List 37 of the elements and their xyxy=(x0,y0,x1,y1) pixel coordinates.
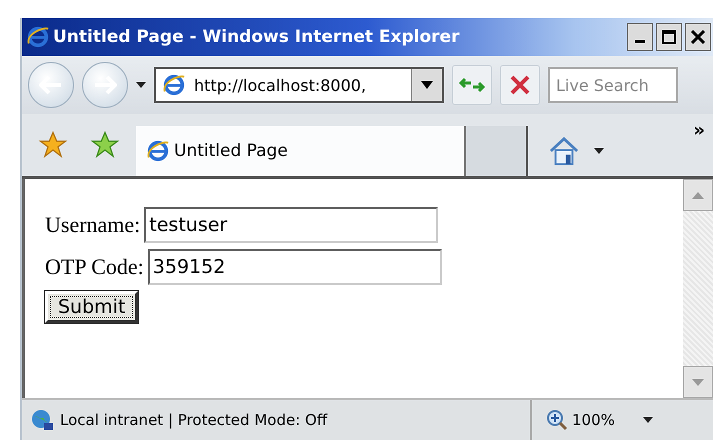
browser-logo-icon xyxy=(162,73,186,97)
zoom-caret-icon[interactable] xyxy=(642,417,653,423)
zoom-icon[interactable] xyxy=(546,409,568,431)
history-caret-icon xyxy=(136,82,146,88)
submit-button[interactable]: Submit xyxy=(45,291,138,323)
refresh-button[interactable] xyxy=(452,65,492,105)
input-field[interactable]: 359152 xyxy=(148,249,442,285)
home-icon[interactable] xyxy=(548,136,580,166)
refresh-arrows-icon xyxy=(459,75,485,95)
close-button[interactable] xyxy=(685,23,711,51)
down-arrow-icon xyxy=(692,378,704,386)
address-bar[interactable]: http://localhost:8000, xyxy=(154,67,444,103)
minimize-button[interactable] xyxy=(627,23,653,51)
browser-logo-icon xyxy=(26,25,50,49)
maximize-button[interactable] xyxy=(656,23,682,51)
zoom-level[interactable]: 100% xyxy=(572,411,615,429)
more-tools-button[interactable]: » xyxy=(693,120,705,141)
browser-logo-icon xyxy=(146,139,170,163)
maximize-icon xyxy=(662,30,676,44)
stop-icon xyxy=(510,75,530,95)
stop-button[interactable] xyxy=(500,65,540,105)
forward-arrow-icon xyxy=(93,75,117,95)
home-caret-icon xyxy=(594,148,604,154)
address-dropdown-button[interactable] xyxy=(411,69,442,101)
up-arrow-icon xyxy=(692,192,704,198)
browser-tab[interactable]: Untitled Page xyxy=(136,126,466,176)
field-label: OTP Code: xyxy=(45,254,144,280)
new-tab[interactable] xyxy=(466,126,528,176)
zone-status: Local intranet | Protected Mode: Off xyxy=(60,411,328,429)
input-field[interactable]: testuser xyxy=(144,207,438,243)
search-field[interactable]: Live Search xyxy=(548,67,678,103)
field-label: Username: xyxy=(45,212,140,238)
minimize-icon xyxy=(635,40,645,42)
close-icon xyxy=(691,30,705,44)
caret-icon xyxy=(421,81,433,89)
globe-icon xyxy=(30,408,54,432)
window-title: Untitled Page - Windows Internet Explorer xyxy=(53,27,460,47)
